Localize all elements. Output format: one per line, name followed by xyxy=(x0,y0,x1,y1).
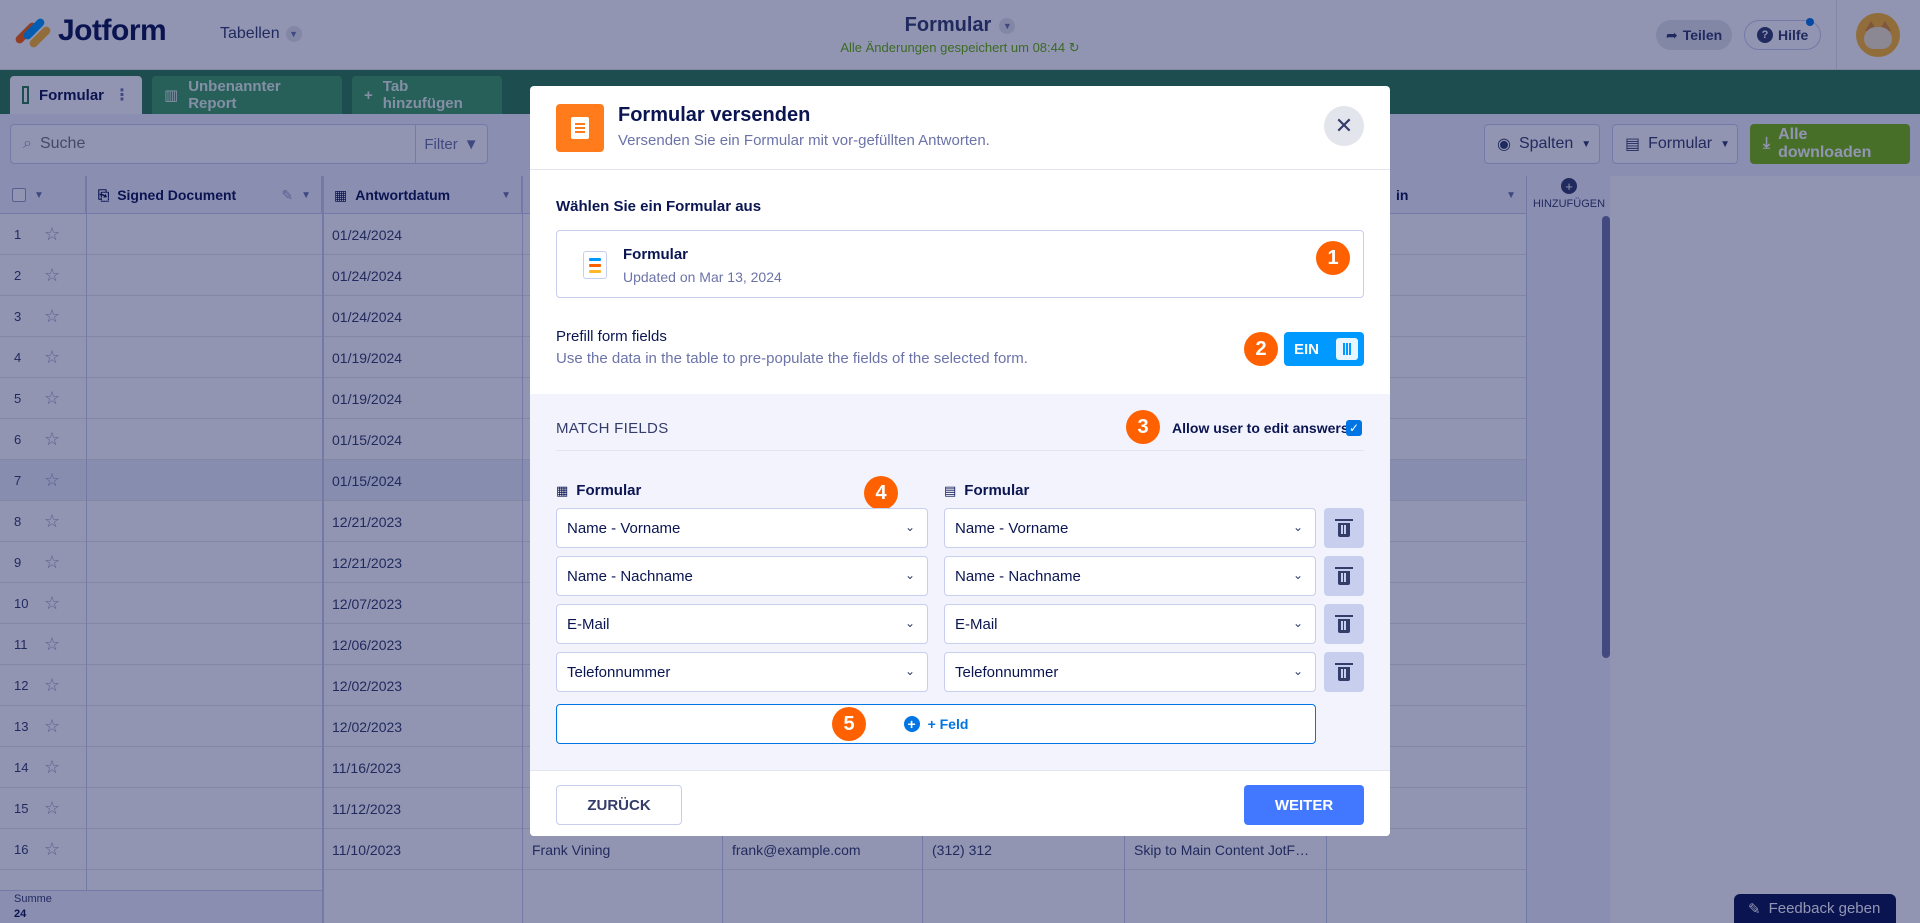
trash-icon xyxy=(1335,566,1353,585)
form-column-title: ▤ Formular xyxy=(944,482,1030,499)
dialog-subtitle: Versenden Sie ein Formular mit vor-gefül… xyxy=(618,132,990,149)
chevron-down-icon: ⌄ xyxy=(904,664,915,678)
match-fields-title: MATCH FIELDS xyxy=(556,420,669,437)
form-field-select[interactable]: Telefonnummer ⌄ xyxy=(944,652,1316,692)
choose-form-label: Wählen Sie ein Formular aus xyxy=(556,198,762,215)
chevron-down-icon: ⌄ xyxy=(1292,520,1303,534)
form-selector[interactable]: Formular Updated on Mar 13, 2024 xyxy=(556,230,1364,298)
chevron-down-icon: ⌄ xyxy=(904,520,915,534)
close-button[interactable]: ✕ xyxy=(1324,106,1364,146)
send-form-icon xyxy=(556,104,604,152)
step-badge-3: 3 xyxy=(1126,410,1160,444)
delete-mapping-button[interactable] xyxy=(1324,652,1364,692)
chevron-down-icon: ⌄ xyxy=(904,568,915,582)
delete-mapping-button[interactable] xyxy=(1324,556,1364,596)
table-grid-icon: ▦ xyxy=(556,482,569,498)
form-icon xyxy=(583,251,607,279)
table-field-select[interactable]: Name - Nachname ⌄ xyxy=(556,556,928,596)
form-field-select[interactable]: Name - Vorname ⌄ xyxy=(944,508,1316,548)
section-divider xyxy=(556,450,1364,451)
table-field-select[interactable]: E-Mail ⌄ xyxy=(556,604,928,644)
plus-circle-icon: + xyxy=(903,716,920,732)
selected-form-updated: Updated on Mar 13, 2024 xyxy=(623,269,782,285)
table-field-select[interactable]: Name - Vorname ⌄ xyxy=(556,508,928,548)
chevron-down-icon: ⌄ xyxy=(904,616,915,630)
table-field-select[interactable]: Telefonnummer ⌄ xyxy=(556,652,928,692)
trash-icon xyxy=(1335,518,1353,537)
form-field-select[interactable]: E-Mail ⌄ xyxy=(944,604,1316,644)
prefill-toggle[interactable]: EIN xyxy=(1284,332,1364,366)
trash-icon xyxy=(1335,662,1353,681)
dialog-footer: ZURÜCK WEITER xyxy=(530,770,1390,836)
toggle-handle-icon xyxy=(1336,338,1358,360)
allow-edit-checkbox[interactable]: ✓ xyxy=(1346,420,1362,436)
dialog-title: Formular versenden xyxy=(618,104,811,126)
trash-icon xyxy=(1335,614,1353,633)
delete-mapping-button[interactable] xyxy=(1324,508,1364,548)
next-button[interactable]: WEITER xyxy=(1244,785,1364,825)
chevron-down-icon: ⌄ xyxy=(1292,664,1303,678)
send-form-dialog: Formular versenden Versenden Sie ein For… xyxy=(530,86,1390,836)
step-badge-4: 4 xyxy=(864,476,898,510)
chevron-down-icon: ⌄ xyxy=(1292,568,1303,582)
prefill-title: Prefill form fields xyxy=(556,328,667,345)
table-column-title: ▦ Formular xyxy=(556,482,642,499)
toggle-label: EIN xyxy=(1294,340,1320,358)
prefill-description: Use the data in the table to pre-populat… xyxy=(556,350,1028,367)
dialog-header: Formular versenden Versenden Sie ein For… xyxy=(530,86,1390,170)
delete-mapping-button[interactable] xyxy=(1324,604,1364,644)
step-badge-1: 1 xyxy=(1316,241,1350,275)
chevron-down-icon: ⌄ xyxy=(1292,616,1303,630)
add-field-button[interactable]: + + Feld xyxy=(556,704,1316,744)
allow-edit-label: Allow user to edit answers xyxy=(1172,420,1349,436)
checkmark-icon: ✓ xyxy=(1348,421,1360,435)
form-document-icon: ▤ xyxy=(944,482,957,498)
step-badge-5: 5 xyxy=(832,707,866,741)
step-badge-2: 2 xyxy=(1244,332,1278,366)
selected-form-name: Formular xyxy=(623,246,689,263)
back-button[interactable]: ZURÜCK xyxy=(556,785,682,825)
close-icon: ✕ xyxy=(1334,113,1354,138)
form-field-select[interactable]: Name - Nachname ⌄ xyxy=(944,556,1316,596)
